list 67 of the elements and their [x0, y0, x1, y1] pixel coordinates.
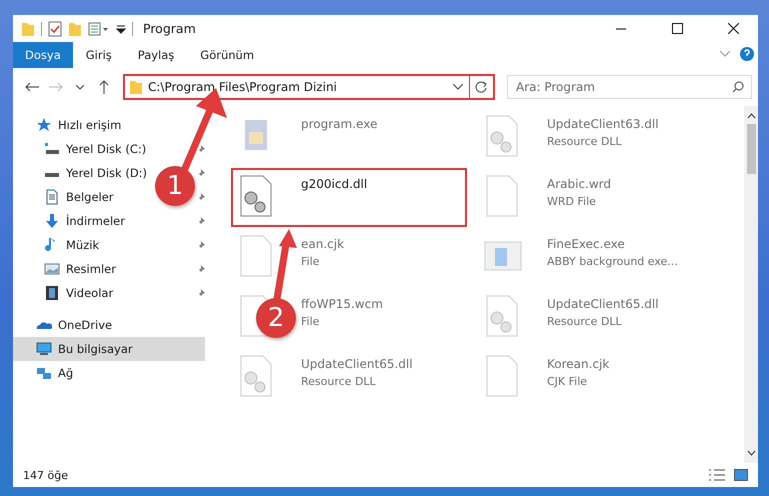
folder-icon: [68, 20, 82, 36]
item-count: 147 öğe: [23, 468, 69, 482]
file-name[interactable]: program.exe: [301, 117, 378, 131]
chevron-down-icon: [76, 84, 84, 90]
folder-icon: [21, 20, 35, 36]
file-name[interactable]: Arabic.wrd: [547, 177, 612, 191]
ribbon-tab[interactable]: Paylaş: [124, 42, 188, 68]
ribbon-tab[interactable]: Dosya: [13, 42, 73, 68]
sidebar-item[interactable]: Belgeler: [66, 190, 114, 204]
sidebar-item[interactable]: Bu bilgisayar: [13, 337, 205, 361]
sidebar-item[interactable]: Hızlı erişim: [13, 113, 205, 137]
sidebar-item[interactable]: Yerel Disk (C:): [66, 142, 146, 156]
network-icon: [36, 365, 52, 381]
sidebar-item[interactable]: İndirmeler: [66, 214, 125, 228]
file-name[interactable]: UpdateClient65.dll: [301, 357, 413, 371]
file-name[interactable]: Korean.cjk: [547, 357, 610, 371]
forward-arrow-icon: [49, 82, 63, 92]
ribbon-tab[interactable]: Giriş: [72, 42, 125, 68]
scroll-up-icon[interactable]: [746, 112, 756, 120]
search-icon: [732, 81, 744, 93]
file-name[interactable]: UpdateClient65.dll: [547, 297, 659, 311]
folder-icon: [129, 79, 143, 95]
file-name[interactable]: ffoWP15.wcm: [301, 297, 383, 311]
up-arrow-icon: [99, 80, 109, 94]
drive-icon: [44, 173, 60, 178]
file-type: File: [301, 255, 320, 268]
sidebar-item[interactable]: Resimler: [66, 262, 116, 276]
file-name[interactable]: UpdateClient63.dll: [547, 117, 659, 131]
drive-icon: [44, 141, 60, 157]
file-type: File: [301, 315, 320, 328]
file-tile[interactable]: g200icd.dll: [231, 168, 467, 227]
file-type: Resource DLL: [301, 375, 377, 388]
scroll-thumb[interactable]: [746, 124, 756, 174]
sidebar-item[interactable]: Yerel Disk (D:): [66, 166, 148, 180]
scroll-down-icon[interactable]: [746, 449, 756, 457]
back-arrow-icon: [25, 82, 39, 92]
file-name[interactable]: g200icd.dll: [301, 177, 368, 191]
sidebar-item[interactable]: OneDrive: [13, 313, 205, 337]
view-options-icon: [88, 22, 110, 36]
window-title: Program: [143, 21, 197, 36]
properties-icon: [48, 20, 62, 36]
picture-icon: [44, 261, 60, 277]
search-field[interactable]: Ara: Program: [507, 75, 752, 99]
address-bar[interactable]: C:\Program Files\Program Dizini: [123, 74, 495, 100]
computer-icon: [36, 341, 52, 357]
file-type: WRD File: [547, 195, 597, 208]
maximize-icon: [672, 23, 682, 34]
file-name[interactable]: FineExec.exe: [547, 237, 678, 251]
file-type: Resource DLL: [547, 135, 623, 148]
scrollbar[interactable]: [744, 106, 758, 463]
document-icon: [44, 189, 60, 205]
file-name[interactable]: ean.cjk: [301, 237, 344, 251]
sidebar-item[interactable]: Videolar: [66, 286, 114, 300]
file-type: CJK File: [547, 375, 588, 388]
sidebar-item[interactable]: Müzik: [66, 238, 100, 252]
file-type: Resource DLL: [547, 315, 623, 328]
film-icon: [44, 285, 60, 301]
ribbon-tab[interactable]: Görünüm: [187, 42, 268, 68]
close-icon: [728, 23, 738, 34]
details-view-icon[interactable]: [708, 469, 726, 481]
star-icon: [36, 117, 52, 133]
file-type: ABBY background exe...: [547, 255, 678, 268]
dropdown-icon: [116, 24, 126, 34]
chevron-down-icon: [453, 84, 463, 90]
download-icon: [44, 213, 60, 229]
refresh-icon[interactable]: [475, 80, 488, 94]
sidebar-item[interactable]: Ağ: [13, 361, 205, 385]
